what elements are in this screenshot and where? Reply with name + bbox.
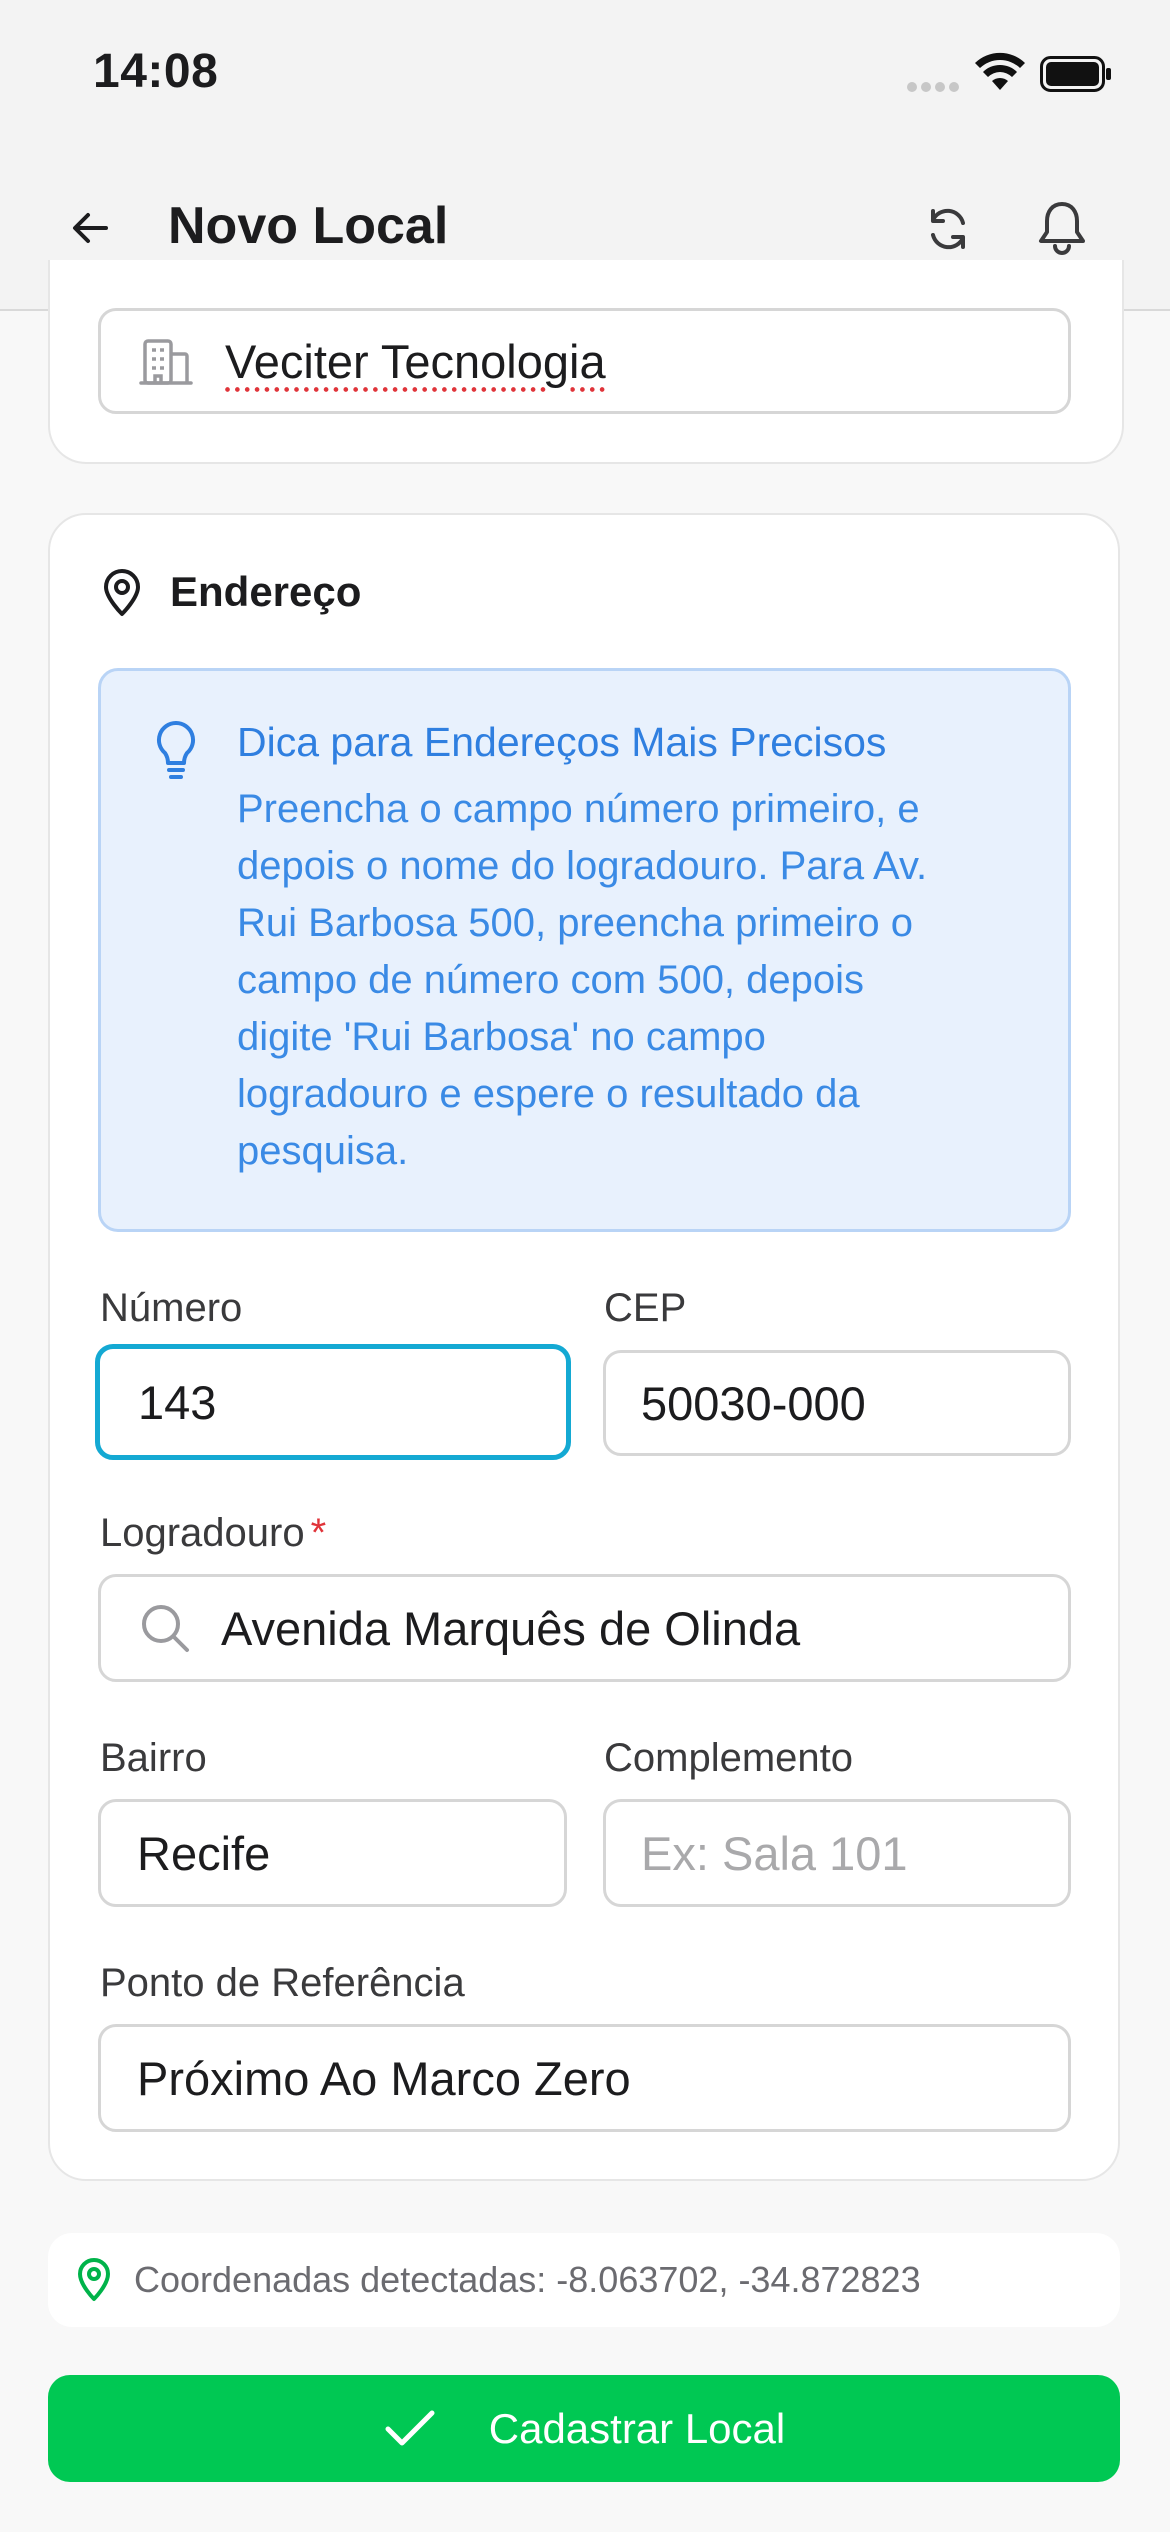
cep-label: CEP bbox=[604, 1286, 687, 1330]
refresh-button[interactable] bbox=[915, 196, 981, 262]
tip-text: Preencha o campo número primeiro, e depo… bbox=[237, 781, 1037, 1180]
numero-input[interactable]: 143 bbox=[95, 1344, 571, 1460]
bell-icon bbox=[1039, 202, 1085, 255]
address-tip-box: Dica para Endereços Mais Precisos Preenc… bbox=[98, 668, 1071, 1232]
search-icon bbox=[142, 1605, 189, 1652]
bairro-label: Bairro bbox=[100, 1736, 207, 1780]
lightbulb-icon bbox=[153, 719, 199, 786]
map-pin-icon bbox=[78, 2258, 110, 2301]
back-button[interactable] bbox=[58, 196, 122, 260]
cep-value: 50030-000 bbox=[641, 1376, 866, 1430]
logradouro-label: Logradouro * bbox=[100, 1511, 327, 1555]
location-pin-icon bbox=[100, 568, 144, 623]
page-title: Novo Local bbox=[168, 197, 449, 255]
tip-line: logradouro e espere o resultado da bbox=[237, 1072, 860, 1116]
logradouro-value: Avenida Marquês de Olinda bbox=[221, 1601, 801, 1655]
arrow-left-icon bbox=[73, 213, 108, 243]
cellular-signal-icon bbox=[906, 80, 962, 98]
tip-line: campo de número com 500, depois bbox=[237, 958, 865, 1002]
status-bar: 14:08 bbox=[0, 0, 1170, 150]
numero-label: Número bbox=[100, 1286, 243, 1330]
coordinates-banner: Coordenadas detectadas: -8.063702, -34.8… bbox=[48, 2233, 1120, 2327]
battery-icon bbox=[1040, 56, 1112, 97]
complemento-label: Complemento bbox=[604, 1736, 854, 1780]
complemento-placeholder: Ex: Sala 101 bbox=[641, 1826, 908, 1880]
status-time: 14:08 bbox=[93, 45, 219, 98]
submit-button[interactable]: Cadastrar Local bbox=[48, 2375, 1120, 2482]
refresh-icon bbox=[931, 208, 965, 250]
address-section-title: Endereço bbox=[170, 568, 362, 615]
company-field[interactable]: Veciter Tecnologia bbox=[98, 308, 1071, 414]
company-value: Veciter Tecnologia bbox=[225, 334, 606, 388]
tip-line: pesquisa. bbox=[237, 1129, 409, 1173]
building-icon bbox=[139, 339, 193, 385]
referencia-label: Ponto de Referência bbox=[100, 1961, 465, 2005]
notifications-button[interactable] bbox=[1028, 194, 1096, 262]
complemento-input[interactable]: Ex: Sala 101 bbox=[603, 1799, 1071, 1907]
tip-title: Dica para Endereços Mais Precisos bbox=[237, 719, 887, 765]
logradouro-search-input[interactable]: Avenida Marquês de Olinda bbox=[98, 1574, 1071, 1682]
referencia-input[interactable]: Próximo Ao Marco Zero bbox=[98, 2024, 1071, 2132]
tip-line: digite 'Rui Barbosa' no campo bbox=[237, 1015, 766, 1059]
tip-line: depois o nome do logradouro. Para Av. bbox=[237, 844, 928, 888]
wifi-icon bbox=[974, 52, 1026, 97]
checkmark-icon bbox=[385, 2410, 435, 2445]
submit-label: Cadastrar Local bbox=[488, 2404, 786, 2452]
tip-line: Rui Barbosa 500, preencha primeiro o bbox=[237, 901, 913, 945]
bairro-value: Recife bbox=[137, 1826, 271, 1880]
referencia-value: Próximo Ao Marco Zero bbox=[137, 2051, 631, 2105]
coordinates-text: Coordenadas detectadas: -8.063702, -34.8… bbox=[134, 2259, 921, 2300]
tip-line: Preencha o campo número primeiro, e bbox=[237, 787, 920, 831]
required-asterisk: * bbox=[310, 1511, 327, 1555]
numero-value: 143 bbox=[138, 1375, 217, 1429]
bairro-input[interactable]: Recife bbox=[98, 1799, 567, 1907]
cep-input[interactable]: 50030-000 bbox=[603, 1350, 1071, 1456]
